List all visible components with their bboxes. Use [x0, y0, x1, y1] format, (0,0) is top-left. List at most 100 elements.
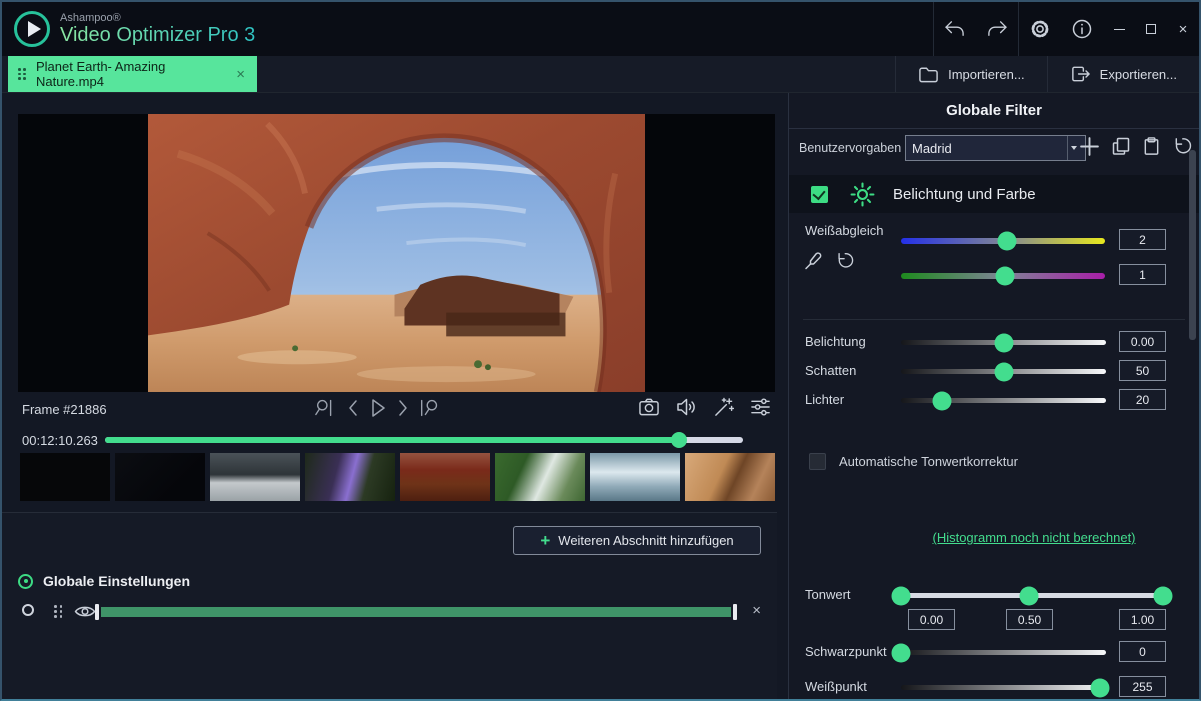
video-preview[interactable]: [18, 114, 775, 392]
radio-unselected-icon[interactable]: [22, 604, 34, 616]
settings-button[interactable]: [1019, 2, 1061, 56]
levels-high-value[interactable]: 1.00: [1119, 609, 1166, 630]
highlights-handle[interactable]: [933, 391, 952, 410]
remove-segment-icon[interactable]: ×: [752, 602, 761, 619]
levels-label: Tonwert: [805, 587, 851, 602]
temperature-slider[interactable]: [901, 231, 1105, 250]
close-button[interactable]: ×: [1167, 2, 1199, 56]
redo-button[interactable]: [976, 2, 1018, 56]
auto-levels-label: Automatische Tonwertkorrektur: [839, 454, 1018, 469]
import-label: Importieren...: [948, 67, 1025, 82]
levels-mid-handle[interactable]: [1020, 586, 1039, 605]
trim-end-handle[interactable]: [733, 604, 737, 620]
tab-bar: Planet Earth- Amazing Nature.mp4 × Impor…: [2, 56, 1199, 93]
volume-icon[interactable]: [676, 397, 697, 417]
tint-handle[interactable]: [996, 266, 1015, 285]
marker-out-icon[interactable]: [418, 397, 442, 419]
thumbnail-7[interactable]: [590, 453, 680, 501]
video-tab[interactable]: Planet Earth- Amazing Nature.mp4 ×: [8, 56, 257, 92]
histogram-link[interactable]: (Histogramm noch nicht berechnet): [869, 530, 1199, 545]
play-icon[interactable]: [368, 397, 388, 419]
export-button[interactable]: Exportieren...: [1047, 56, 1199, 92]
temperature-value[interactable]: 2: [1119, 229, 1166, 250]
levels-low-value[interactable]: 0.00: [908, 609, 955, 630]
segment-range-bar: [95, 604, 737, 620]
levels-mid-value[interactable]: 0.50: [1006, 609, 1053, 630]
tint-slider[interactable]: [901, 266, 1105, 285]
levels-low-handle[interactable]: [892, 586, 911, 605]
divider: [803, 319, 1185, 320]
eyedropper-icon[interactable]: [803, 251, 823, 271]
app-logo-icon: [14, 11, 50, 47]
levels-high-handle[interactable]: [1154, 586, 1173, 605]
black-point-value[interactable]: 0: [1119, 641, 1166, 662]
preset-select[interactable]: Madrid: [905, 135, 1086, 161]
section-checkbox-checked[interactable]: [811, 186, 828, 203]
shadows-handle[interactable]: [994, 362, 1013, 381]
visibility-eye-icon[interactable]: [74, 603, 96, 620]
black-point-slider[interactable]: [901, 643, 1106, 662]
exposure-value[interactable]: 0.00: [1119, 331, 1166, 352]
next-frame-icon[interactable]: [395, 398, 411, 418]
titlebar-controls: ×: [933, 2, 1199, 56]
shadows-label: Schatten: [805, 363, 856, 378]
segment-range-fill[interactable]: [101, 607, 731, 617]
highlights-slider[interactable]: [901, 391, 1106, 410]
import-button[interactable]: Importieren...: [895, 56, 1047, 92]
white-point-handle[interactable]: [1090, 678, 1109, 697]
white-point-value[interactable]: 255: [1119, 676, 1166, 697]
info-icon: [1071, 18, 1093, 40]
radio-selected-icon[interactable]: [18, 574, 33, 589]
shadows-value[interactable]: 50: [1119, 360, 1166, 381]
auto-levels-checkbox[interactable]: [809, 453, 826, 470]
temperature-handle[interactable]: [998, 231, 1017, 250]
shadows-slider[interactable]: [901, 362, 1106, 381]
frame-number: Frame #21886: [22, 402, 107, 417]
white-point-slider[interactable]: [901, 678, 1106, 697]
info-button[interactable]: [1061, 2, 1103, 56]
drag-handle-icon[interactable]: [18, 68, 26, 80]
tab-close-icon[interactable]: ×: [234, 66, 247, 83]
tint-value[interactable]: 1: [1119, 264, 1166, 285]
marker-in-icon[interactable]: [314, 397, 338, 419]
exposure-color-section-header[interactable]: Belichtung und Farbe: [789, 175, 1199, 213]
app-window: Ashampoo® Video Optimizer Pro 3 ×: [0, 0, 1201, 701]
highlights-label: Lichter: [805, 392, 844, 407]
segment-drag-handle-icon[interactable]: [54, 605, 63, 618]
undo-button[interactable]: [934, 2, 976, 56]
maximize-button[interactable]: [1135, 2, 1167, 56]
thumbnail-6[interactable]: [495, 453, 585, 501]
magic-wand-icon[interactable]: [713, 397, 734, 417]
seek-bar-fill: [105, 437, 679, 443]
panel-title: Globale Filter: [789, 93, 1199, 129]
section-title: Belichtung und Farbe: [893, 186, 1036, 203]
exposure-slider[interactable]: [901, 333, 1106, 352]
seek-bar[interactable]: [105, 437, 743, 443]
copy-icon[interactable]: [1111, 136, 1131, 157]
thumbnail-2[interactable]: [115, 453, 205, 501]
app-brand: Ashampoo® Video Optimizer Pro 3: [60, 12, 255, 46]
segments-section: + Weiteren Abschnitt hinzufügen Globale …: [2, 512, 777, 699]
seek-handle[interactable]: [671, 432, 687, 448]
highlights-value[interactable]: 20: [1119, 389, 1166, 410]
snapshot-camera-icon[interactable]: [638, 397, 660, 417]
trim-start-handle[interactable]: [95, 604, 99, 620]
thumbnail-8[interactable]: [685, 453, 775, 501]
paste-clipboard-icon[interactable]: [1142, 136, 1161, 157]
thumbnail-4[interactable]: [305, 453, 395, 501]
minimize-button[interactable]: [1103, 2, 1135, 56]
add-preset-icon[interactable]: [1079, 136, 1100, 157]
thumbnail-3[interactable]: [210, 453, 300, 501]
levels-slider[interactable]: [901, 586, 1163, 605]
black-point-handle[interactable]: [892, 643, 911, 662]
previous-frame-icon[interactable]: [345, 398, 361, 418]
exposure-handle[interactable]: [994, 333, 1013, 352]
thumbnail-1[interactable]: [20, 453, 110, 501]
preview-tools: [638, 397, 771, 417]
filter-settings-icon[interactable]: [750, 397, 771, 417]
chevron-down-icon[interactable]: [1067, 136, 1079, 160]
thumbnail-5[interactable]: [400, 453, 490, 501]
panel-scrollbar[interactable]: [1189, 150, 1196, 340]
add-segment-button[interactable]: + Weiteren Abschnitt hinzufügen: [513, 526, 761, 555]
white-balance-reset-icon[interactable]: [835, 251, 855, 271]
